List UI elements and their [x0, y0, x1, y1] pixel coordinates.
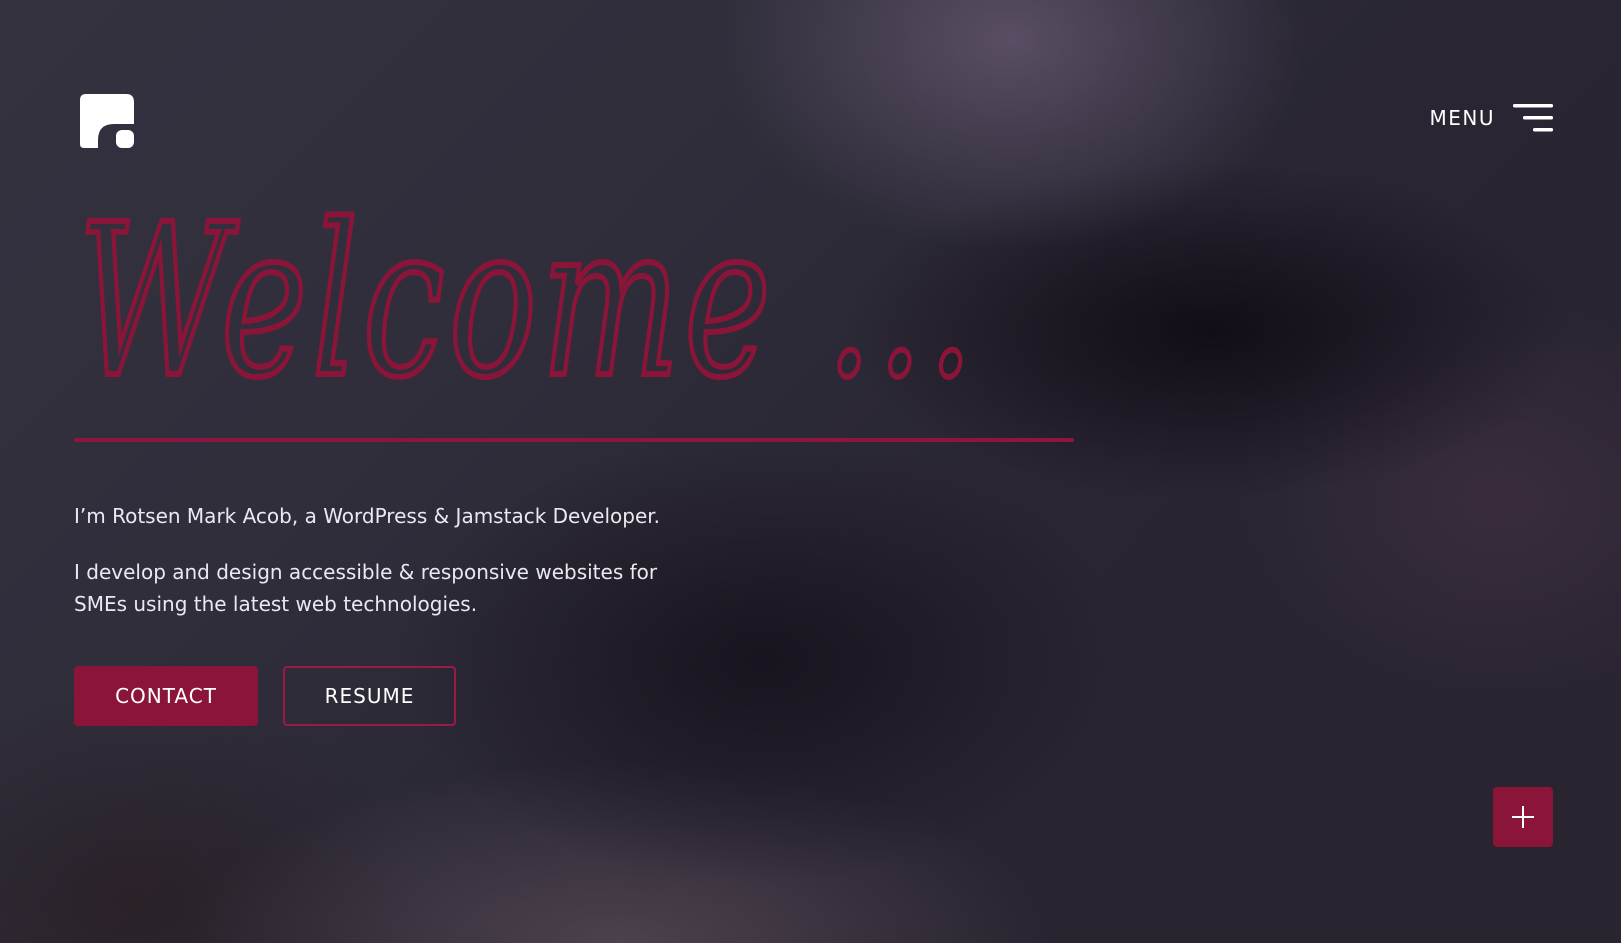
menu-label: MENU [1429, 106, 1495, 130]
heading-divider [74, 438, 1074, 442]
site-logo[interactable] [80, 94, 134, 148]
floating-action-button[interactable] [1493, 787, 1553, 847]
intro-text: I’m Rotsen Mark Acob, a WordPress & Jams… [74, 504, 661, 528]
plus-icon [1512, 806, 1534, 828]
welcome-text: Welcome ... [78, 179, 978, 398]
welcome-heading: Welcome ... [75, 178, 978, 398]
background [0, 0, 1621, 943]
hamburger-icon [1513, 104, 1553, 132]
logo-mark-icon [80, 94, 134, 148]
contact-button[interactable]: CONTACT [74, 666, 258, 726]
description-text: I develop and design accessible & respon… [74, 560, 658, 616]
resume-button[interactable]: RESUME [283, 666, 456, 726]
menu-toggle[interactable]: MENU [1429, 102, 1553, 134]
